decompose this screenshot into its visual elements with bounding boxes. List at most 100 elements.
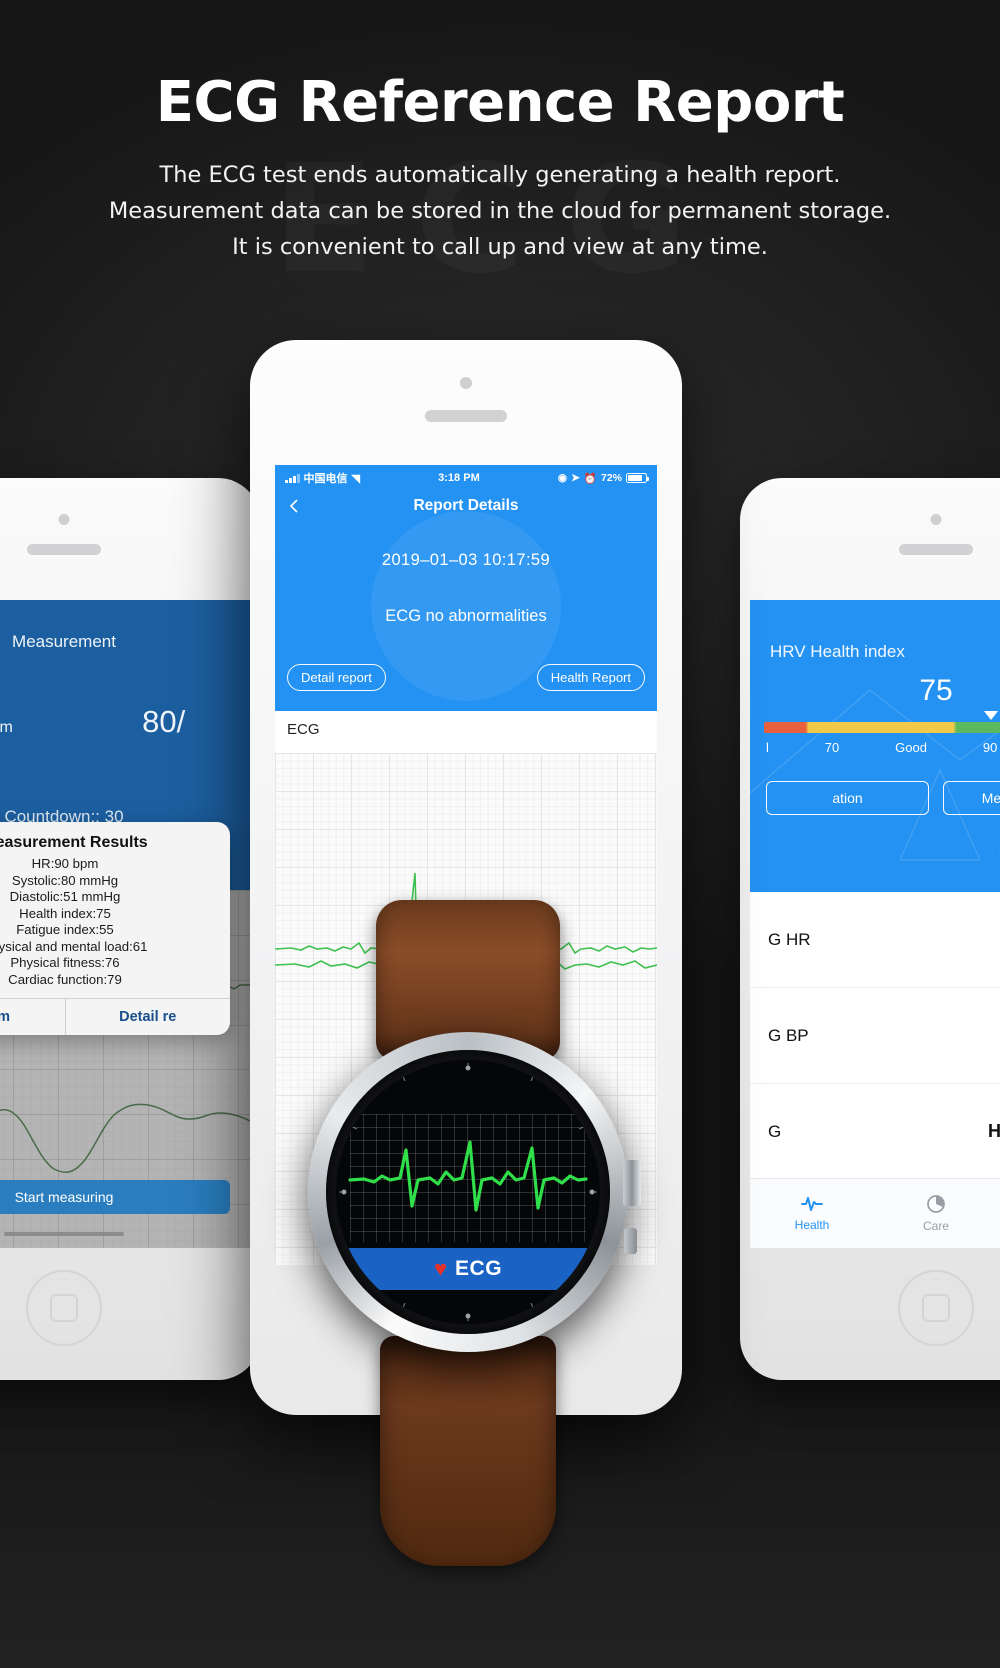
right-phone-device: ◥ HRV Health index 75 l 70 Good 90 [740, 478, 1000, 1380]
detail-report-button[interactable]: Detail report [287, 664, 386, 691]
result-item: Diastolic:51 mmHg [9, 889, 121, 904]
tab-health[interactable]: Health [750, 1179, 874, 1248]
list-item[interactable]: G HRV Analysis [750, 1084, 1000, 1180]
result-item: Physical and mental load:61 [0, 938, 148, 954]
page-title: ECG Reference Report [155, 70, 845, 135]
left-phone-screen: 10:36 ➤ Measurement 90 bpm HR [0, 600, 250, 1248]
result-item: Physical fitness:76 [10, 955, 120, 970]
wifi-icon: ◥ [351, 472, 360, 485]
watch-side-button[interactable] [624, 1228, 637, 1254]
result-item: Cardiac function:79 [8, 971, 122, 987]
earpiece-speaker [899, 544, 973, 555]
location-arrow-icon: ➤ [571, 472, 580, 484]
bottom-tab-bar: Health Care Mine [750, 1178, 1000, 1248]
ppg-wave-path [0, 1103, 250, 1174]
heartbeat-icon [801, 1197, 823, 1211]
start-measuring-button[interactable]: Start measuring [0, 1180, 230, 1214]
home-button[interactable] [26, 1270, 102, 1346]
left-phone-device: 10:36 ➤ Measurement 90 bpm HR [0, 478, 260, 1380]
health-app: ◥ HRV Health index 75 l 70 Good 90 [750, 600, 1000, 1248]
front-camera [930, 514, 942, 525]
detail-report-button[interactable]: Detail re [66, 999, 231, 1035]
back-icon[interactable] [287, 499, 301, 513]
center-navbar: Report Details [275, 487, 657, 525]
gauge-bar [764, 722, 1000, 733]
confirm-button[interactable]: Confirm [0, 999, 66, 1035]
row-key: G BP [768, 1025, 809, 1045]
bp-value: 80/ [142, 704, 186, 739]
report-datetime: 2019–01–03 10:17:59 [381, 551, 551, 569]
home-button-square-icon [50, 1294, 78, 1322]
hr-label: HR [0, 742, 13, 769]
report-buttons: Detail report Health Report [275, 664, 657, 691]
report-header: 中国电信 ◥ 3:18 PM ◉ ➤ ⏰ 72% Report Details … [275, 465, 657, 711]
page-title: Report Details [413, 497, 519, 514]
tab-label: Health [794, 1218, 830, 1232]
left-status-bar: 10:36 ➤ [0, 600, 250, 622]
signal-bars-icon [285, 473, 300, 483]
gauge-pointer-icon [984, 711, 999, 720]
battery-icon [626, 473, 649, 483]
result-item: HR:90 bpm [31, 856, 99, 871]
front-camera [460, 377, 472, 389]
home-indicator [4, 1232, 124, 1236]
do-not-disturb-icon: ◉ [557, 472, 568, 484]
watch-band-label: ECG [455, 1257, 503, 1280]
subtitle-line-2: Measurement data can be stored in the cl… [108, 197, 892, 224]
dialog-result-list: HR:90 bpm Systolic:80 mmHg Diastolic:51 … [0, 856, 230, 998]
status-right: ◉ ➤ ⏰ 72% [557, 472, 649, 485]
subtitle-line-3: It is convenient to call up and view at … [232, 233, 768, 260]
result-item: Systolic:80 mmHg [11, 872, 119, 888]
legend-item: 70 [824, 740, 840, 755]
page-header: ECG Reference Report The ECG test ends a… [0, 0, 1000, 265]
alarm-icon: ⏰ [583, 472, 597, 485]
dialog-title: Measurement Results [0, 834, 148, 851]
hrv-header: ◥ HRV Health index 75 l 70 Good 90 [750, 600, 1000, 892]
home-button[interactable] [898, 1270, 974, 1346]
watch-crown-button[interactable] [623, 1160, 641, 1206]
subtitle-line-1: The ECG test ends automatically generati… [159, 161, 841, 188]
hr-unit: bpm [0, 719, 13, 736]
heart-icon: ♥ [433, 1256, 448, 1281]
ppg-waveform-box: PG [0, 1069, 250, 1248]
row-key: G HR [768, 929, 811, 949]
result-item: Health index:75 [19, 905, 111, 921]
watch-face: ♥ ECG [336, 1060, 600, 1324]
hrv-action-tabs: ation Measurement [750, 781, 1000, 815]
legend-item: Good [895, 740, 927, 755]
watch-bezel: ♥ ECG [326, 1050, 610, 1334]
earpiece-speaker [27, 544, 101, 555]
smartwatch: ♥ ECG [258, 900, 678, 1566]
carrier-name: 中国电信 [303, 473, 348, 485]
ecg-chart-label: ECG [287, 721, 320, 738]
result-item: Fatigue index:55 [16, 922, 114, 937]
tab-label: Care [922, 1219, 949, 1233]
watch-strap-bottom [380, 1336, 556, 1566]
bp-metric: 80/ [142, 704, 185, 769]
tab-care[interactable]: Care [874, 1179, 998, 1248]
legend-item: l [766, 740, 769, 755]
watch-ecg-band: ♥ ECG [336, 1248, 600, 1290]
calibration-button[interactable]: ation [766, 781, 929, 815]
dialog-actions: Confirm Detail re [0, 998, 230, 1035]
watch-case: ♥ ECG [308, 1032, 641, 1352]
page-subtitle: The ECG test ends automatically generati… [0, 157, 1000, 265]
measurement-app: 10:36 ➤ Measurement 90 bpm HR [0, 600, 250, 1248]
hrv-title-row: HRV Health index [750, 622, 1000, 668]
left-navbar: Measurement [0, 622, 250, 662]
row-key: G [768, 1121, 782, 1141]
health-report-button[interactable]: Health Report [536, 664, 645, 691]
row-value: HRV Analysis [987, 1121, 1000, 1141]
earpiece-speaker [425, 410, 507, 422]
hrv-score: 75 [919, 674, 953, 707]
status-time: 3:18 PM [438, 472, 480, 484]
list-item[interactable]: G BP 81/52mmHg [750, 988, 1000, 1084]
gauge-legend: l 70 Good 90 Excellent [764, 740, 1000, 755]
list-item[interactable]: G HR 91bpm [750, 892, 1000, 988]
legend-item: 90 [982, 740, 998, 755]
watch-ecg-trace [348, 1140, 588, 1212]
hrv-title: HRV Health index [770, 642, 905, 661]
hrv-gauge: l 70 Good 90 Excellent [764, 711, 1000, 755]
measurement-button[interactable]: Measurement [943, 781, 1000, 815]
center-status-bar: 中国电信 ◥ 3:18 PM ◉ ➤ ⏰ 72% [275, 465, 657, 487]
